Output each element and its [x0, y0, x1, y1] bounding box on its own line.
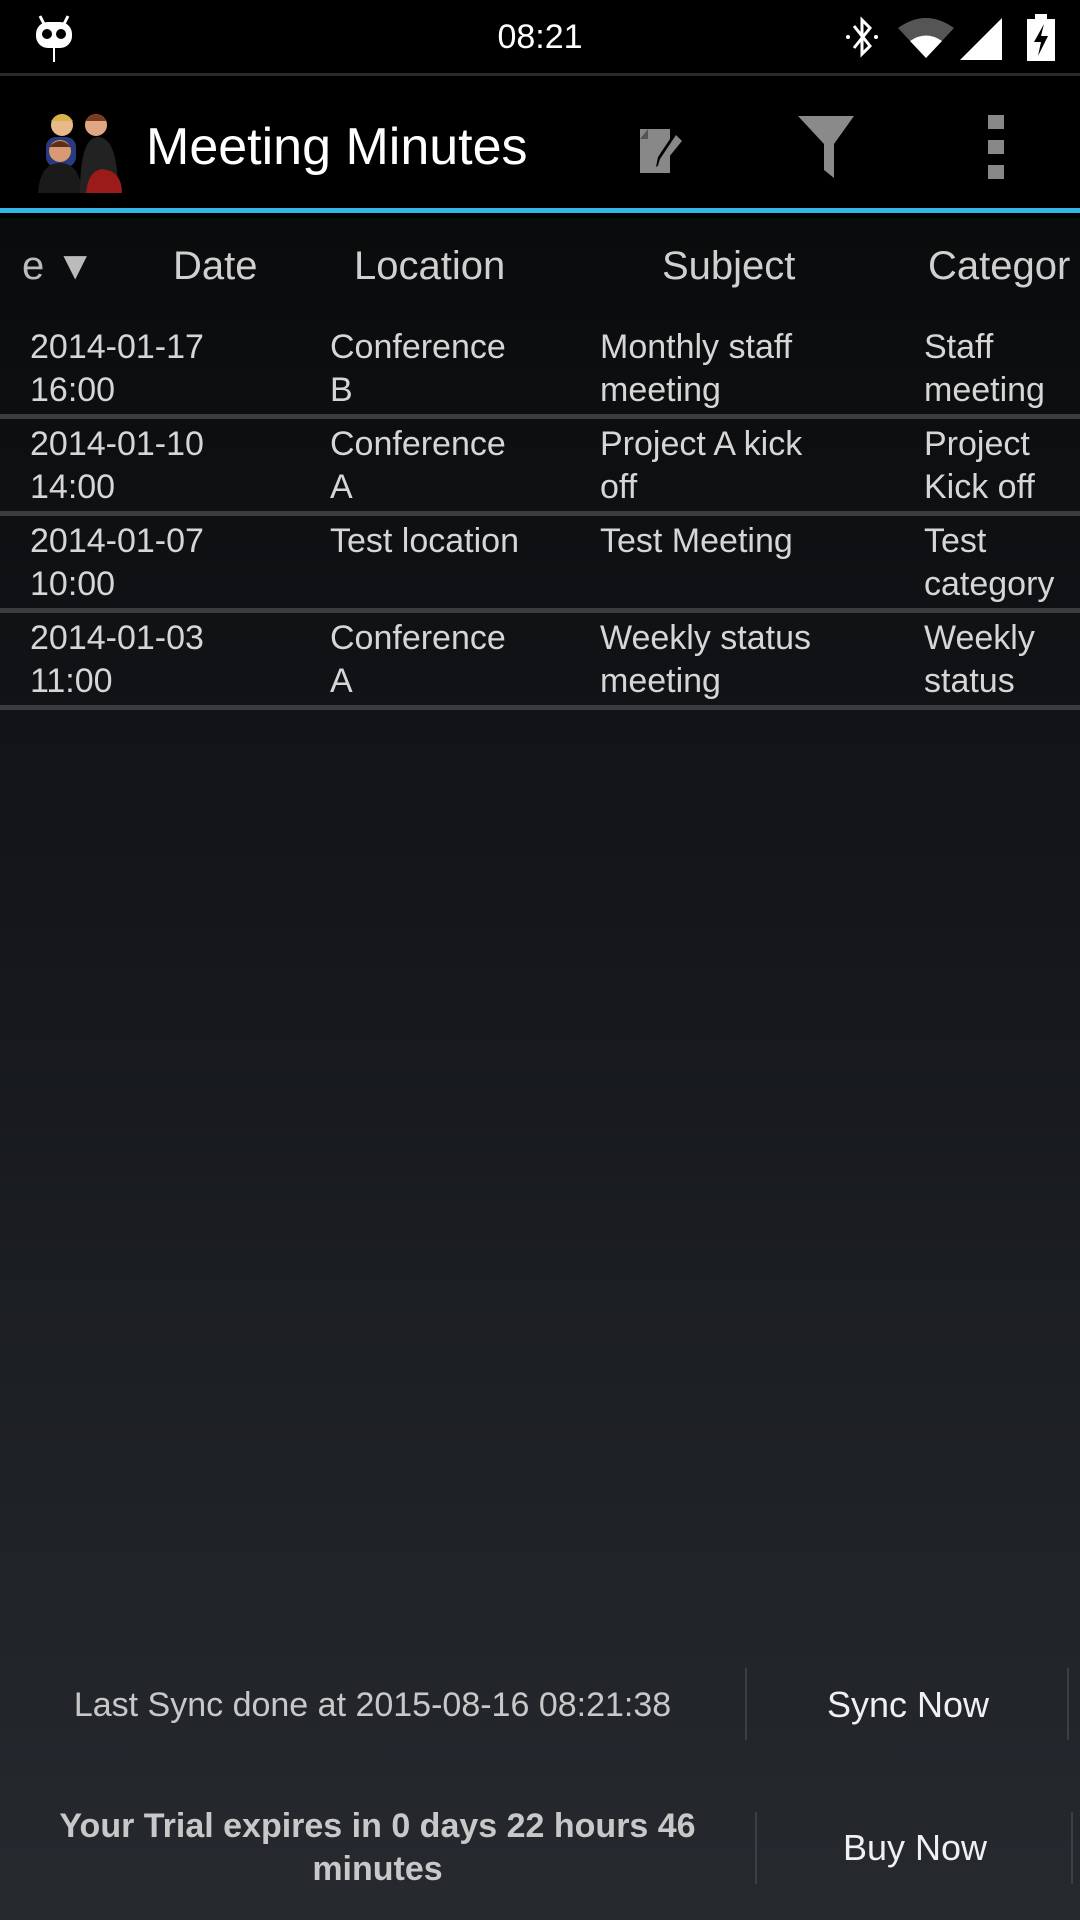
last-sync-text: Last Sync done at 2015-08-16 08:21:38 — [73, 1685, 672, 1724]
cell-location: Test location — [330, 522, 519, 560]
bluetooth-icon — [846, 16, 878, 58]
cell-date: 2014-01-10 14:00 — [30, 425, 204, 506]
divider — [1067, 1668, 1069, 1740]
cell-subject: Weekly status meeting — [600, 619, 812, 700]
table-row[interactable]: 2014-01-07 10:00 Test location Test Meet… — [0, 516, 1080, 613]
cell-location: Conference A — [330, 619, 506, 700]
cell-date: 2014-01-07 10:00 — [30, 522, 204, 603]
divider — [1071, 1812, 1073, 1884]
sort-indicator[interactable]: e ▼ — [22, 244, 95, 289]
sync-now-button[interactable]: Sync Now — [747, 1684, 1069, 1726]
meeting-list: e ▼ Date Location Subject Categor 2014-0… — [0, 218, 1080, 1920]
action-bar: Meeting Minutes — [0, 79, 1080, 213]
buy-now-button[interactable]: Buy Now — [757, 1827, 1073, 1869]
new-meeting-button[interactable] — [620, 107, 700, 187]
cell-category: Staff meeting — [924, 328, 1045, 409]
battery-charging-icon — [1027, 14, 1055, 61]
signal-icon — [960, 18, 1002, 60]
cell-date: 2014-01-17 16:00 — [30, 328, 204, 409]
trial-expiry-text: Your Trial expires in 0 days 22 hours 46… — [59, 1807, 696, 1888]
app-logo-icon[interactable] — [36, 109, 128, 193]
cell-subject: Project A kick off — [600, 425, 803, 506]
column-category[interactable]: Categor — [928, 244, 1070, 289]
sync-bar: Last Sync done at 2015-08-16 08:21:38 Sy… — [0, 1668, 1080, 1742]
cell-category: Test category — [924, 522, 1055, 603]
cell-location: Conference A — [330, 425, 506, 506]
divider — [745, 1668, 747, 1740]
column-header-row: e ▼ Date Location Subject Categor — [0, 218, 1080, 318]
cell-date: 2014-01-03 11:00 — [30, 619, 204, 700]
cell-category: Weekly status — [924, 619, 1035, 700]
table-row[interactable]: 2014-01-17 16:00 Conference B Monthly st… — [0, 322, 1080, 419]
table-row[interactable]: 2014-01-10 14:00 Conference A Project A … — [0, 419, 1080, 516]
cell-subject: Monthly staff meeting — [600, 328, 793, 409]
column-subject[interactable]: Subject — [662, 244, 795, 289]
filter-icon — [798, 116, 854, 178]
cell-subject: Test Meeting — [600, 522, 793, 560]
wifi-icon — [898, 18, 954, 58]
trial-bar: Your Trial expires in 0 days 22 hours 46… — [0, 1807, 1080, 1888]
edit-icon — [640, 129, 682, 173]
filter-button[interactable] — [786, 107, 866, 187]
table-row[interactable]: 2014-01-03 11:00 Conference A Weekly sta… — [0, 613, 1080, 710]
cell-category: Project Kick off — [924, 425, 1035, 506]
overflow-menu-button[interactable] — [956, 107, 1036, 187]
cell-location: Conference B — [330, 328, 506, 409]
column-location[interactable]: Location — [354, 244, 505, 289]
divider — [755, 1812, 757, 1884]
column-date[interactable]: Date — [173, 244, 258, 289]
status-bar: 08:21 — [0, 0, 1080, 76]
overflow-menu-icon — [988, 115, 1004, 179]
app-title: Meeting Minutes — [146, 118, 528, 176]
